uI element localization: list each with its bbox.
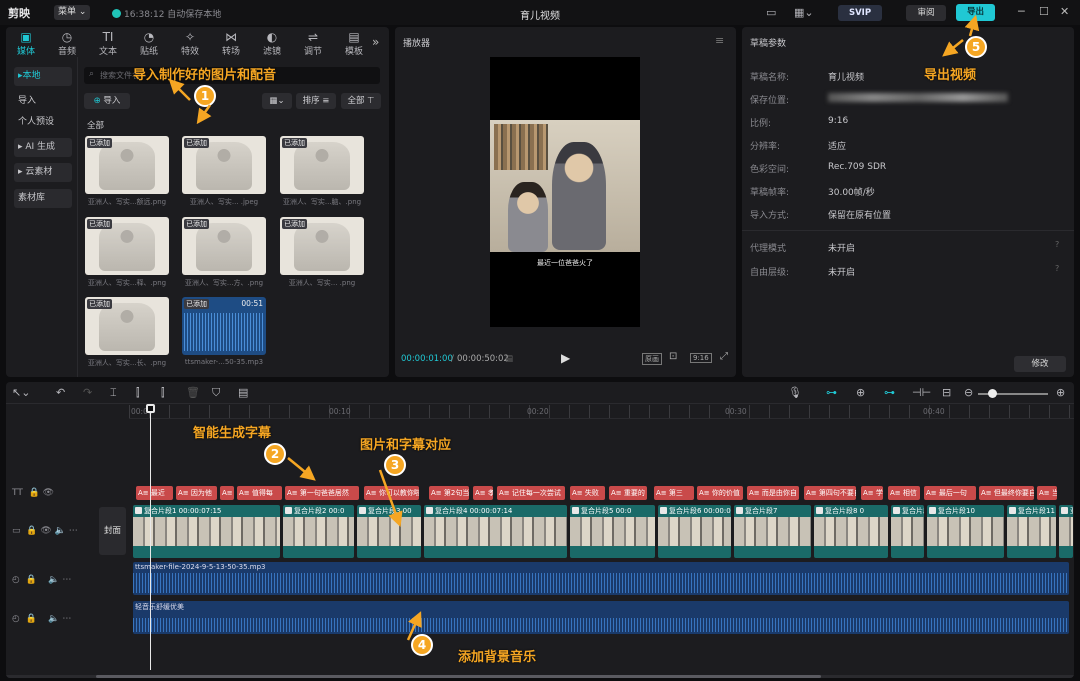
annotation-arrows [168,14,980,641]
